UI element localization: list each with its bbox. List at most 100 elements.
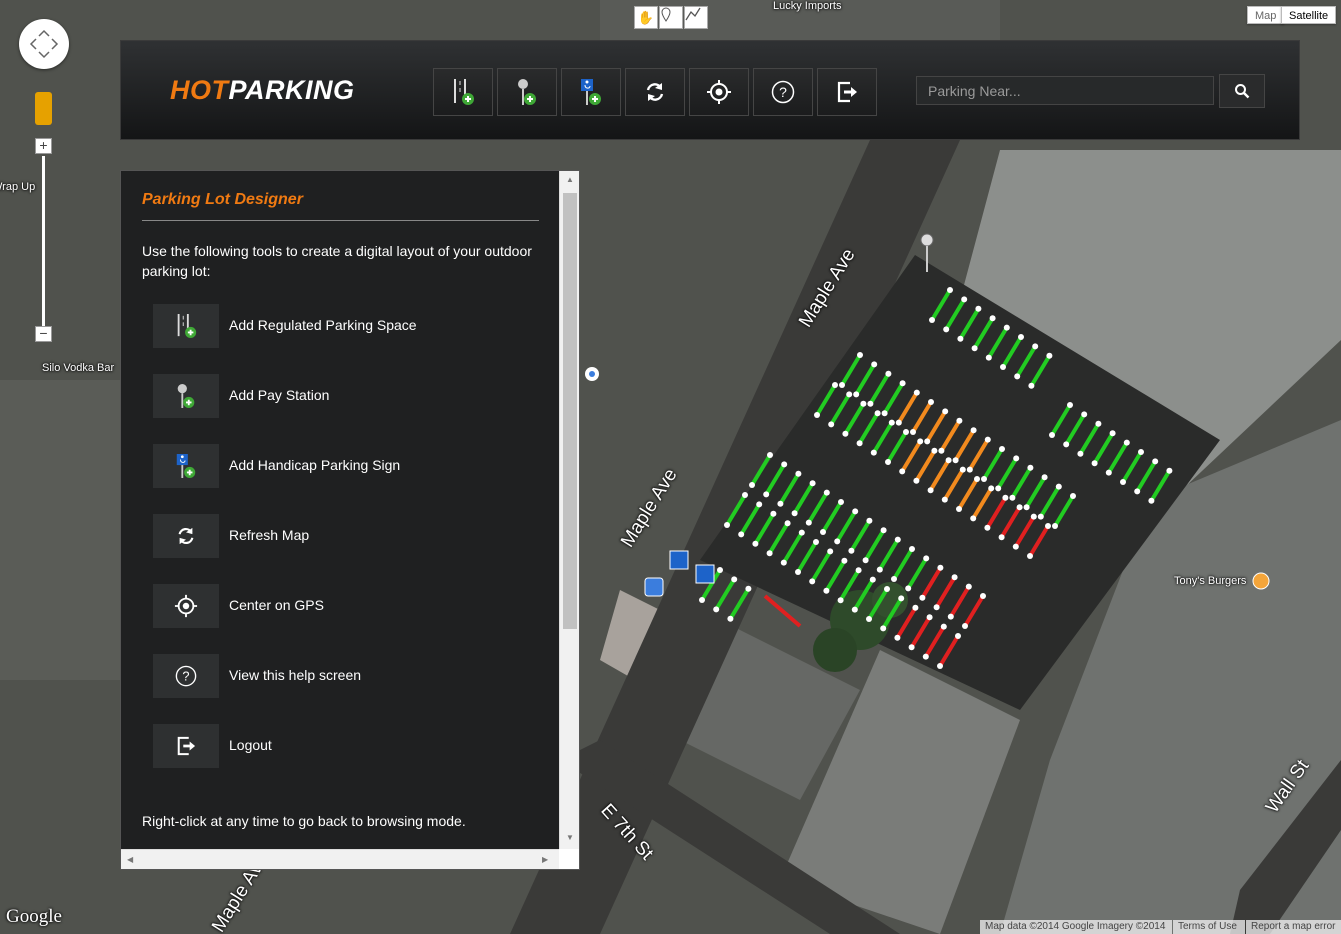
parking-space-endpoint[interactable]	[957, 335, 964, 342]
parking-space-endpoint[interactable]	[912, 604, 919, 611]
parking-space-endpoint[interactable]	[834, 538, 841, 545]
parking-space-endpoint[interactable]	[884, 586, 890, 592]
parking-space-endpoint[interactable]	[1027, 464, 1034, 471]
parking-space-endpoint[interactable]	[1109, 430, 1116, 437]
parking-space-endpoint[interactable]	[905, 585, 912, 592]
parking-space-endpoint[interactable]	[823, 587, 830, 594]
parking-space-endpoint[interactable]	[871, 361, 878, 368]
parking-space-endpoint[interactable]	[855, 567, 862, 574]
parking-space-endpoint[interactable]	[770, 510, 777, 517]
parking-space-endpoint[interactable]	[1095, 420, 1102, 427]
parking-space-endpoint[interactable]	[903, 429, 909, 435]
parking-space-endpoint[interactable]	[869, 576, 876, 583]
parking-space-endpoint[interactable]	[880, 625, 887, 632]
parking-space-endpoint[interactable]	[910, 429, 916, 435]
parking-space-endpoint[interactable]	[823, 489, 830, 496]
parking-space-endpoint[interactable]	[923, 555, 930, 562]
parking-space-endpoint[interactable]	[971, 345, 978, 352]
parking-space-endpoint[interactable]	[866, 616, 872, 622]
parking-space-endpoint[interactable]	[898, 595, 905, 602]
parking-space-endpoint[interactable]	[899, 380, 906, 387]
add-regulated-space-button[interactable]	[433, 68, 493, 116]
parking-space-endpoint[interactable]	[1152, 458, 1159, 465]
parking-space-endpoint[interactable]	[1041, 474, 1048, 481]
parking-space-endpoint[interactable]	[841, 557, 848, 564]
parking-space-endpoint[interactable]	[965, 583, 972, 590]
parking-space-endpoint[interactable]	[809, 480, 816, 487]
parking-space-endpoint[interactable]	[927, 487, 934, 494]
zoom-slider[interactable]	[42, 156, 45, 326]
parking-space-endpoint[interactable]	[947, 287, 953, 293]
parking-space-endpoint[interactable]	[820, 529, 826, 535]
parking-space-endpoint[interactable]	[852, 508, 859, 515]
parking-space-endpoint[interactable]	[1138, 449, 1144, 455]
parking-space-endpoint[interactable]	[752, 540, 759, 547]
parking-space-endpoint[interactable]	[745, 585, 752, 592]
parking-space-endpoint[interactable]	[813, 539, 819, 545]
parking-space-endpoint[interactable]	[970, 515, 977, 522]
parking-space-endpoint[interactable]	[874, 410, 881, 417]
parking-space-endpoint[interactable]	[724, 522, 730, 528]
parking-space-endpoint[interactable]	[931, 447, 938, 454]
parking-space-endpoint[interactable]	[1013, 455, 1020, 462]
parking-space-endpoint[interactable]	[1077, 450, 1084, 457]
street-view-pegman-icon[interactable]	[35, 92, 52, 125]
vertical-scrollbar[interactable]: ▲ ▼	[559, 171, 579, 849]
parking-space-endpoint[interactable]	[933, 604, 940, 611]
parking-space-endpoint[interactable]	[832, 382, 838, 388]
parking-space-endpoint[interactable]	[917, 438, 924, 445]
parking-space-endpoint[interactable]	[984, 436, 991, 443]
parking-space-endpoint[interactable]	[1032, 343, 1039, 350]
parking-space-endpoint[interactable]	[980, 593, 986, 599]
parking-space-endpoint[interactable]	[795, 470, 802, 477]
parking-space-endpoint[interactable]	[1091, 460, 1098, 467]
parking-space-endpoint[interactable]	[955, 633, 961, 639]
parking-space-endpoint[interactable]	[988, 485, 995, 492]
parking-space-endpoint[interactable]	[805, 519, 812, 526]
parking-space-endpoint[interactable]	[1055, 483, 1062, 490]
parking-space-endpoint[interactable]	[909, 546, 915, 552]
parking-space-endpoint[interactable]	[766, 550, 773, 557]
parking-space-endpoint[interactable]	[989, 315, 996, 322]
parking-space-endpoint[interactable]	[866, 517, 873, 524]
zoom-out-button[interactable]: −	[35, 326, 52, 342]
parking-space-endpoint[interactable]	[894, 634, 901, 641]
parking-space-endpoint[interactable]	[913, 477, 920, 484]
parking-space-endpoint[interactable]	[846, 391, 853, 398]
parking-space-endpoint[interactable]	[984, 524, 991, 531]
parking-space-endpoint[interactable]	[1063, 441, 1070, 448]
parking-space-endpoint[interactable]	[1070, 493, 1076, 499]
scrollbar-thumb[interactable]	[563, 193, 577, 629]
parking-space-endpoint[interactable]	[899, 468, 906, 475]
parking-space-endpoint[interactable]	[962, 623, 968, 629]
parking-space-endpoint[interactable]	[894, 536, 901, 543]
parking-space-endpoint[interactable]	[1002, 494, 1009, 501]
parking-space-endpoint[interactable]	[970, 427, 977, 434]
parking-space-endpoint[interactable]	[767, 452, 773, 458]
parking-space-endpoint[interactable]	[1003, 324, 1010, 331]
parking-space-endpoint[interactable]	[780, 559, 787, 566]
parking-space-endpoint[interactable]	[848, 547, 855, 554]
terms-link[interactable]: Terms of Use	[1173, 920, 1245, 934]
parking-space-endpoint[interactable]	[876, 566, 883, 573]
parking-space-endpoint[interactable]	[919, 594, 926, 601]
parking-space-endpoint[interactable]	[891, 576, 897, 582]
hotparking-logo[interactable]: HOTPARKING	[170, 75, 355, 106]
parking-space-endpoint[interactable]	[856, 440, 863, 447]
parking-space-endpoint[interactable]	[713, 606, 720, 613]
parking-space-endpoint[interactable]	[951, 574, 958, 581]
parking-space-endpoint[interactable]	[922, 653, 929, 660]
parking-space-endpoint[interactable]	[961, 296, 968, 303]
parking-space-endpoint[interactable]	[926, 614, 933, 621]
parking-space-endpoint[interactable]	[937, 663, 943, 669]
parking-space-endpoint[interactable]	[929, 317, 935, 323]
parking-space-endpoint[interactable]	[999, 446, 1005, 452]
parking-space-endpoint[interactable]	[1016, 504, 1023, 511]
parking-space-endpoint[interactable]	[880, 527, 887, 534]
scroll-up-arrow-icon[interactable]: ▲	[566, 175, 574, 184]
parking-space-endpoint[interactable]	[795, 569, 801, 575]
parking-space-endpoint[interactable]	[952, 457, 959, 464]
parking-space-endpoint[interactable]	[837, 597, 844, 604]
parking-space-endpoint[interactable]	[974, 476, 980, 482]
parking-space-endpoint[interactable]	[791, 510, 798, 517]
